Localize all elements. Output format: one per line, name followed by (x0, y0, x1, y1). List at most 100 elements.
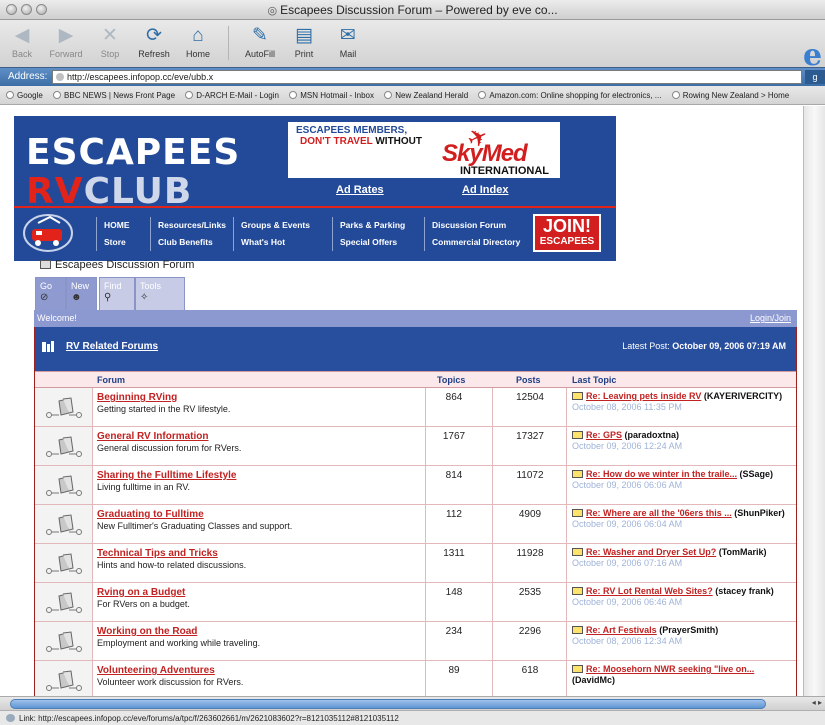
nav-resources-links[interactable]: Resources/Links (150, 217, 226, 234)
favorite-link[interactable]: Amazon.com: Online shopping for electron… (478, 91, 661, 100)
favorite-link[interactable]: BBC NEWS | News Front Page (53, 91, 175, 100)
forum-description: Volunteer work discussion for RVers. (97, 677, 244, 687)
tab-find[interactable]: Find ⚲ (99, 277, 135, 310)
nav-discussion-forum[interactable]: Discussion Forum (424, 217, 520, 234)
go-button[interactable]: g (805, 70, 825, 84)
go-icon: ⊘ (40, 292, 49, 303)
post-count: 11072 (516, 470, 544, 481)
forum-name-link[interactable]: Graduating to Fulltime (97, 509, 204, 520)
nav-special-offers[interactable]: Special Offers (332, 234, 405, 251)
forum-status-cell (35, 622, 93, 660)
column-divider (566, 661, 567, 696)
back-button[interactable]: ◀ Back (0, 23, 44, 59)
last-topic-date: October 09, 2006 06:46 AM (572, 597, 683, 607)
table-header: Forum Topics Posts Last Topic (35, 371, 796, 388)
tab-go[interactable]: Go ⊘ (35, 277, 66, 310)
last-topic-link[interactable]: Re: How do we winter in the traile... (586, 469, 737, 479)
forum-status-icon (46, 514, 82, 535)
browser-toolbar: ◀ Back ▶ Forward ✕ Stop ⟳ Refresh ⌂ Home ✎ Aut… (0, 20, 825, 73)
nav-commercial-directory[interactable]: Commercial Directory (424, 234, 520, 251)
address-input[interactable]: http://escapees.infopop.cc/eve/ubb.x (52, 70, 802, 84)
last-post-icon (572, 509, 583, 517)
category-link[interactable]: RV Related Forums (66, 341, 158, 352)
last-post-icon (572, 587, 583, 595)
last-topic-user: (ShunPiker) (734, 508, 785, 518)
column-divider (492, 622, 493, 660)
forum-row: Sharing the Fulltime Lifestyle Living ful… (35, 466, 796, 505)
favorite-link[interactable]: Google (6, 91, 43, 100)
nav-store[interactable]: Store (96, 234, 130, 251)
forum-row: Volunteering Adventures Volunteer work di… (35, 661, 796, 696)
last-topic: Re: Washer and Dryer Set Up? (TomMarik) O… (572, 547, 794, 569)
forward-arrow-icon: ▶ (58, 25, 74, 46)
ad-index-link[interactable]: Ad Index (462, 184, 508, 196)
forum-description: For RVers on a budget. (97, 599, 190, 609)
tab-tools[interactable]: Tools ✧ (135, 277, 185, 310)
last-topic-link[interactable]: Re: Washer and Dryer Set Up? (586, 547, 716, 557)
new-icon: ☻ (71, 292, 82, 303)
tab-new[interactable]: New ☻ (66, 277, 97, 310)
logo-escapees[interactable]: ESCAPEES (26, 132, 240, 173)
nav-club-benefits[interactable]: Club Benefits (150, 234, 226, 251)
last-topic-link[interactable]: Re: Art Festivals (586, 625, 657, 635)
last-topic-link[interactable]: Re: RV Lot Rental Web Sites? (586, 586, 713, 596)
vertical-scrollbar[interactable] (803, 106, 825, 696)
print-button[interactable]: ▤ Print (282, 23, 326, 59)
mail-button[interactable]: ✉ Mail (326, 23, 370, 59)
join-escapees-button[interactable]: JOIN! ESCAPEES (533, 214, 601, 252)
topic-count: 814 (445, 470, 463, 481)
last-topic-link[interactable]: Re: GPS (586, 430, 622, 440)
last-topic: Re: GPS (paradoxtna) October 09, 2006 12:… (572, 430, 794, 452)
last-topic-link[interactable]: Re: Moosehorn NWR seeking "live on... (586, 664, 754, 674)
last-post-icon (572, 392, 583, 400)
last-topic: Re: RV Lot Rental Web Sites? (stacey fra… (572, 586, 794, 608)
nav-parks-parking[interactable]: Parks & Parking (332, 217, 405, 234)
nav-groups-events[interactable]: Groups & Events (233, 217, 310, 234)
forum-name-link[interactable]: General RV Information (97, 431, 209, 442)
login-join-link[interactable]: Login/Join (750, 313, 791, 323)
rv-trailer-logo-icon (23, 214, 73, 252)
ad-rates-link[interactable]: Ad Rates (336, 184, 384, 196)
last-topic-date: October 09, 2006 12:24 AM (572, 441, 683, 451)
last-topic-user: (stacey frank) (715, 586, 774, 596)
topic-count: 1767 (442, 431, 466, 442)
home-icon: ⌂ (192, 25, 204, 46)
forum-status-icon (46, 631, 82, 652)
forum-row: Graduating to Fulltime New Fulltimer's Gr… (35, 505, 796, 544)
forum-name-link[interactable]: Volunteering Adventures (97, 665, 215, 676)
forum-name-link[interactable]: Beginning RVing (97, 392, 177, 403)
favorite-icon (671, 91, 680, 99)
forum-status-icon (46, 475, 82, 496)
forum-name-link[interactable]: Working on the Road (97, 626, 197, 637)
forum-name-link[interactable]: Rving on a Budget (97, 587, 185, 598)
favorite-link[interactable]: New Zealand Herald (384, 91, 468, 100)
forum-name-link[interactable]: Sharing the Fulltime Lifestyle (97, 470, 236, 481)
last-topic-link[interactable]: Re: Leaving pets inside RV (586, 391, 701, 401)
stop-button[interactable]: ✕ Stop (88, 23, 132, 59)
forum-description: Getting started in the RV lifestyle. (97, 404, 231, 414)
last-topic-link[interactable]: Re: Where are all the '06ers this ... (586, 508, 732, 518)
favorite-link[interactable]: MSN Hotmail - Inbox (289, 91, 374, 100)
window-title: ◎ Escapees Discussion Forum – Powered by … (267, 3, 558, 17)
scroll-arrows[interactable]: ◂ ▸ (812, 698, 822, 707)
mail-icon: ✉ (340, 25, 356, 46)
horizontal-scrollbar[interactable]: ◂ ▸ (0, 696, 825, 710)
autofill-button[interactable]: ✎ AutoFill (238, 23, 282, 59)
refresh-button[interactable]: ⟳ Refresh (132, 23, 176, 59)
last-topic: Re: Leaving pets inside RV (KAYERIVERCIT… (572, 391, 794, 413)
favorite-link[interactable]: Rowing New Zealand > Home (671, 91, 789, 100)
forum-row: Technical Tips and Tricks Hints and how-t… (35, 544, 796, 583)
forum-name-link[interactable]: Technical Tips and Tricks (97, 548, 218, 559)
post-count: 2535 (518, 587, 542, 598)
skymed-ad[interactable]: ESCAPEES MEMBERS, DON'T TRAVEL WITHOUT ✈… (288, 122, 560, 178)
nav-whats-hot[interactable]: What's Hot (233, 234, 310, 251)
home-button[interactable]: ⌂ Home (176, 23, 220, 59)
forum-status-cell (35, 427, 93, 465)
nav-home[interactable]: HOME (96, 217, 130, 234)
forward-button[interactable]: ▶ Forward (44, 23, 88, 59)
horizontal-scroll-thumb[interactable] (10, 699, 766, 709)
forum-status-icon (46, 553, 82, 574)
favorite-link[interactable]: D-ARCH E-Mail - Login (185, 91, 279, 100)
welcome-bar: Welcome! Login/Join (34, 310, 797, 327)
forum-status-cell (35, 388, 93, 426)
